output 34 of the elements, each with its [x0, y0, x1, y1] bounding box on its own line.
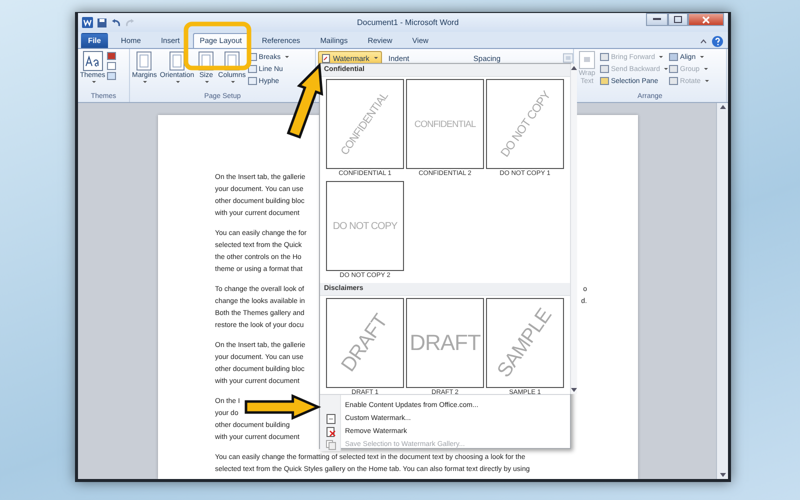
themes-icon — [82, 51, 103, 71]
help-icon[interactable] — [712, 36, 723, 46]
scroll-down-icon[interactable] — [720, 473, 726, 477]
window-title: Document1 - Microsoft Word — [357, 18, 459, 27]
caret-icon — [374, 57, 378, 59]
pages-icon — [326, 440, 336, 450]
save-icon[interactable] — [97, 18, 107, 28]
highlight-frame — [184, 22, 252, 70]
gallery-scrollbar[interactable] — [570, 64, 577, 394]
undo-icon[interactable] — [111, 18, 121, 28]
page-icon — [135, 51, 154, 71]
maximize-icon — [674, 16, 682, 23]
close-icon — [702, 16, 710, 24]
minimize-icon — [653, 18, 661, 21]
caret-icon — [143, 81, 148, 83]
vertical-scrollbar[interactable] — [716, 103, 728, 479]
caret-icon — [92, 81, 96, 83]
word-logo-icon — [82, 17, 93, 28]
close-button[interactable] — [688, 13, 724, 26]
watermark-preview-text: CONFIDENTIAL — [414, 119, 476, 129]
page-icon — [326, 414, 336, 424]
caret-icon — [176, 81, 180, 83]
caret-icon — [205, 81, 210, 83]
colors-icon — [107, 52, 116, 60]
delete-page-icon — [326, 426, 336, 436]
page-icon — [168, 51, 186, 71]
maximize-button[interactable] — [668, 13, 688, 26]
collapse-ribbon-icon[interactable] — [700, 38, 707, 44]
caret-icon — [230, 81, 235, 83]
wrap-text-icon — [579, 51, 595, 69]
watermark-preview-text: DRAFT — [410, 330, 480, 356]
scroll-up-icon[interactable] — [720, 105, 726, 109]
minimize-button[interactable] — [646, 13, 668, 26]
watermark-preview-text: DO NOT COPY — [332, 220, 398, 232]
